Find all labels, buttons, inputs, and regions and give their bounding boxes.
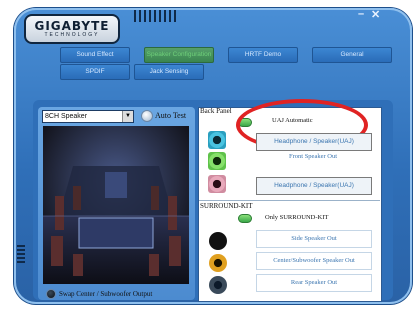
back-panel-label: Back Panel (200, 107, 232, 115)
swap-output-radio[interactable] (46, 289, 56, 299)
jack-rear-icon (209, 276, 227, 294)
only-surround-toggle[interactable] (238, 214, 252, 223)
room-scene (43, 126, 189, 284)
kit-output-side[interactable]: Side Speaker Out (256, 230, 372, 248)
kit-output-rear[interactable]: Rear Speaker Out (256, 274, 372, 292)
tab-speaker-configuration[interactable]: Speaker Configuration (144, 47, 214, 63)
jack-back-2-icon (208, 152, 226, 170)
tab-general[interactable]: General (312, 47, 392, 63)
jack-back-1-icon (208, 131, 226, 149)
close-button[interactable]: ✕ (371, 8, 380, 21)
brand-subtitle: TECHNOLOGY (44, 31, 100, 38)
drag-grip[interactable] (134, 10, 176, 22)
jack-side-icon (209, 232, 227, 250)
auto-test-radio[interactable] (141, 110, 153, 122)
speaker-select-value: 8CH Speaker (45, 113, 88, 120)
back-output-2[interactable]: Front Speaker Out (256, 149, 370, 165)
tab-hrtf-demo[interactable]: HRTF Demo (228, 47, 298, 63)
auto-test-label: Auto Test (155, 111, 187, 120)
jack-back-3-icon (208, 175, 226, 193)
side-grip[interactable] (17, 245, 25, 263)
back-output-3[interactable]: Headphone / Speaker(UAJ) (256, 177, 372, 195)
minimize-button[interactable]: – (358, 8, 364, 20)
swap-output-label: Swap Center / Subwoofer Output (59, 290, 153, 298)
speaker-select[interactable]: 8CH Speaker ▼ (42, 110, 134, 123)
brand-logo: GIGABYTE TECHNOLOGY (24, 14, 120, 44)
tab-jack-sensing[interactable]: Jack Sensing (134, 64, 204, 80)
tab-spdif[interactable]: SPDIF (60, 64, 130, 80)
only-surround-label: Only SURROUND-KIT (265, 214, 329, 221)
kit-output-center[interactable]: Center/Subwoofer Speaker Out (256, 252, 372, 270)
jack-center-icon (209, 254, 227, 272)
surround-kit-label: SURROUND-KIT (200, 202, 253, 210)
room-preview-image (43, 126, 189, 284)
brand-name: GIGABYTE (34, 18, 110, 33)
tab-sound-effect[interactable]: Sound Effect (60, 47, 130, 63)
divider (199, 200, 380, 201)
chevron-down-icon[interactable]: ▼ (122, 111, 133, 122)
